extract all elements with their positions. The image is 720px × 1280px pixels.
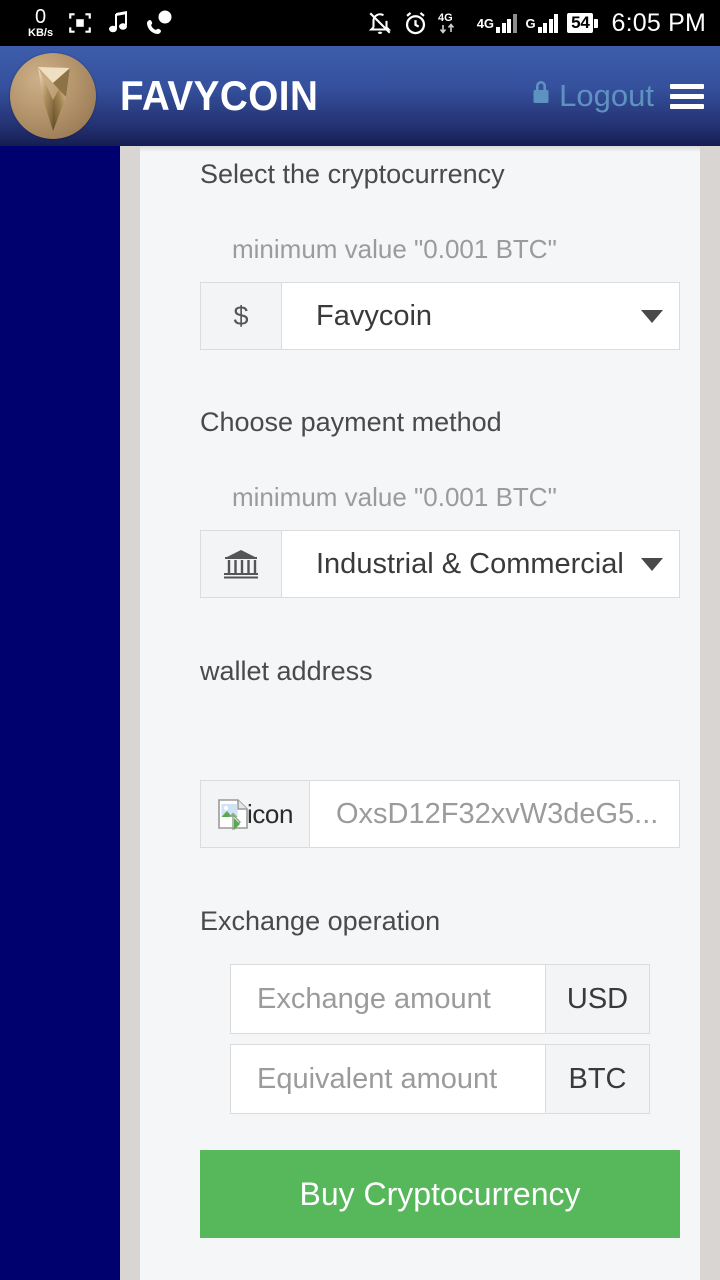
battery-percent: 54 [567, 13, 594, 33]
equivalent-amount-currency: BTC [546, 1044, 650, 1114]
logout-label: Logout [559, 78, 654, 113]
4g-data-icon: 4G [438, 9, 468, 37]
status-bar: 0 KB/s 4G 4G G 54 6:05 PM [0, 0, 720, 46]
battery-tip [594, 18, 599, 28]
broken-image-alt-text: icon [246, 798, 294, 829]
signal-g-label: G [525, 15, 536, 31]
lock-icon [530, 78, 552, 114]
exchange-amount-currency: USD [546, 964, 650, 1034]
page-body: Select the cryptocurrency minimum value … [0, 146, 720, 1280]
signal-g-icon: G [526, 13, 559, 33]
wallet-address-input[interactable]: OxsD12F32xvW3deG5... [310, 780, 680, 848]
alarm-clock-icon [402, 10, 429, 37]
payment-method-selected-value: Industrial & Commercial [316, 547, 624, 580]
header-actions: Logout [530, 78, 720, 114]
left-gutter [120, 146, 140, 1280]
signal-4g-icon: 4G [477, 13, 517, 33]
screenshot-icon [67, 10, 93, 36]
wallet-address-label: wallet address [200, 656, 373, 686]
side-nav[interactable] [0, 146, 120, 1280]
content-top-shadow [140, 146, 700, 152]
cryptocurrency-select-group[interactable]: $ Favycoin [200, 282, 680, 350]
logout-button[interactable]: Logout [530, 78, 654, 114]
status-bar-clock: 6:05 PM [611, 8, 706, 37]
signal-4g-label: 4G [476, 15, 495, 31]
cryptocurrency-selected-value: Favycoin [316, 299, 433, 332]
favycoin-arrow-logo-icon[interactable] [10, 53, 96, 139]
content-panel: Select the cryptocurrency minimum value … [140, 146, 700, 1280]
wallet-address-group[interactable]: icon OxsD12F32xvW3deG5... [200, 780, 680, 848]
buy-cryptocurrency-button[interactable]: Buy Cryptocurrency [200, 1150, 680, 1238]
network-speed-unit: KB/s [28, 27, 54, 39]
exchange-amount-input[interactable]: Exchange amount [230, 964, 546, 1034]
payment-method-select-group[interactable]: Industrial & Commercial [200, 530, 680, 598]
equivalent-amount-group[interactable]: Equivalent amount BTC [230, 1044, 650, 1114]
network-speed-indicator: 0 KB/s [28, 7, 53, 39]
signal-g-bars [537, 13, 559, 33]
equivalent-amount-input[interactable]: Equivalent amount [230, 1044, 546, 1114]
dollar-sign-icon: $ [200, 282, 282, 350]
mute-bell-icon [367, 10, 393, 36]
svg-text:4G: 4G [438, 12, 453, 24]
cryptocurrency-select[interactable]: Favycoin [282, 282, 680, 350]
call-bubble-icon [145, 10, 173, 36]
signal-4g-bars [496, 13, 517, 33]
network-speed-value: 0 [34, 6, 47, 28]
crypto-minimum-hint: minimum value "0.001 BTC" [232, 234, 557, 264]
brand-title: FAVYCOIN [120, 72, 319, 119]
select-cryptocurrency-label: Select the cryptocurrency [200, 159, 505, 189]
right-gutter [700, 146, 720, 1280]
app-header: FAVYCOIN Logout [0, 46, 720, 146]
music-note-icon [107, 10, 131, 36]
payment-minimum-hint: minimum value "0.001 BTC" [232, 482, 557, 512]
hamburger-menu-icon[interactable] [670, 83, 704, 109]
status-bar-right-icons: 4G 4G G 54 6:05 PM [367, 9, 720, 38]
chevron-down-icon [641, 309, 663, 323]
status-bar-left-icons: 0 KB/s [0, 7, 173, 39]
exchange-operation-label: Exchange operation [200, 906, 441, 936]
choose-payment-method-label: Choose payment method [200, 407, 502, 437]
chevron-down-icon [641, 557, 663, 571]
battery-indicator: 54 [567, 13, 599, 33]
payment-method-select[interactable]: Industrial & Commercial [282, 530, 680, 598]
broken-image-icon: icon [200, 780, 310, 848]
bank-icon [200, 530, 282, 598]
exchange-amount-group[interactable]: Exchange amount USD [230, 964, 650, 1034]
